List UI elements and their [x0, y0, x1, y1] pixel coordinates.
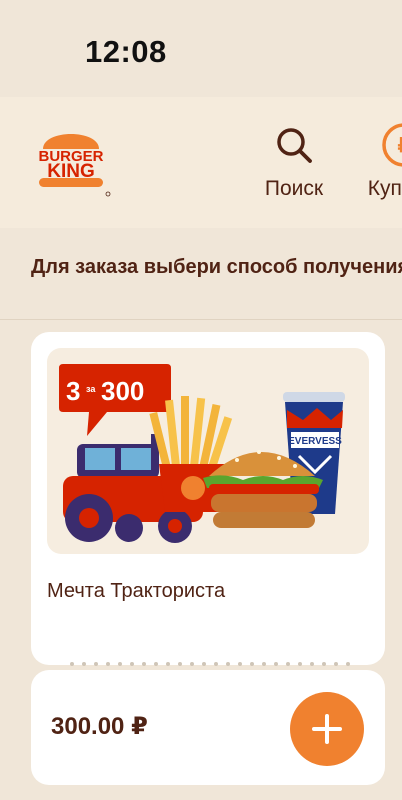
svg-text:300: 300	[101, 376, 144, 406]
nav-search[interactable]: Поиск	[258, 123, 330, 201]
svg-text:за: за	[86, 384, 96, 394]
svg-text:3: 3	[66, 376, 80, 406]
nav-coupons-label: Купоны	[367, 177, 402, 200]
order-method-prompt-text: Для заказа выбери способ получения	[31, 256, 402, 278]
order-method-prompt[interactable]: Для заказа выбери способ получения	[0, 228, 402, 320]
product-price: 300.00 ₽	[51, 713, 148, 740]
nav-search-label: Поиск	[264, 177, 324, 200]
status-bar: 12:08	[0, 0, 402, 97]
status-time: 12:08	[85, 34, 167, 69]
svg-text:EVERVESS: EVERVESS	[288, 436, 342, 447]
burger-king-logo[interactable]: BURGER KING	[31, 119, 111, 201]
svg-text:KING: KING	[47, 161, 95, 182]
card-divider-dots	[70, 662, 350, 670]
svg-text:₽: ₽	[398, 135, 402, 157]
add-to-cart-button[interactable]	[290, 692, 364, 766]
product-card[interactable]: 3 за 300 EVERVESS Мечта Тракториста	[31, 332, 385, 665]
search-icon	[277, 128, 312, 163]
coupon-icon: ₽	[382, 123, 402, 167]
nav-coupons[interactable]: ₽ Купоны	[364, 123, 402, 201]
price-card: 300.00 ₽	[31, 670, 385, 785]
product-image: 3 за 300 EVERVESS	[47, 348, 369, 554]
app-header: BURGER KING Поиск ₽ Купоны	[0, 97, 402, 228]
product-title: Мечта Тракториста	[47, 580, 226, 602]
